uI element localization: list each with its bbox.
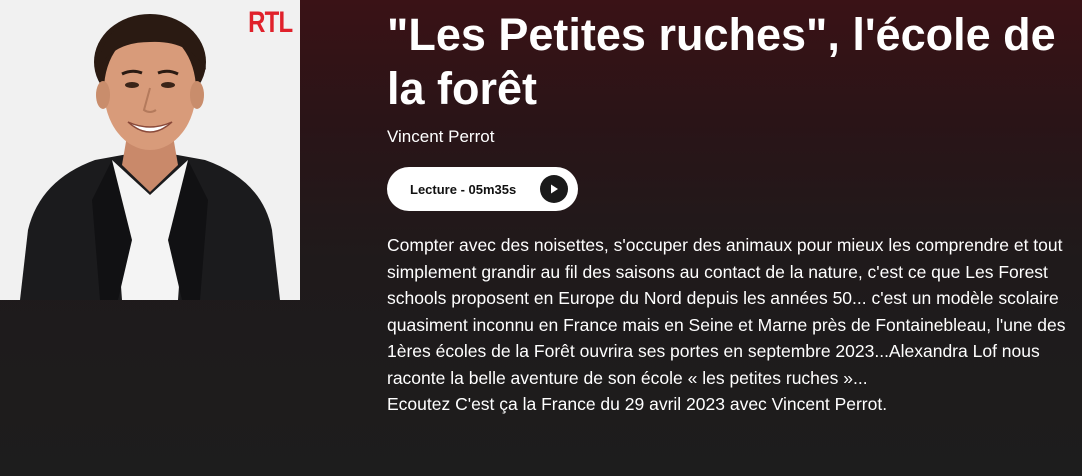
cover-image: RTL <box>0 0 300 300</box>
rtl-logo: RTL <box>247 6 293 39</box>
play-label: Lecture - 05m35s <box>410 181 517 197</box>
play-button[interactable]: Lecture - 05m35s <box>387 167 578 211</box>
play-icon <box>540 175 568 203</box>
description-footer: Ecoutez C'est ça la France du 29 avril 2… <box>387 394 888 414</box>
host-portrait <box>0 0 300 300</box>
episode-author[interactable]: Vincent Perrot <box>387 127 494 147</box>
description-text: Compter avec des noisettes, s'occuper de… <box>387 235 1066 388</box>
episode-title: "Les Petites ruches", l'école de la forê… <box>387 9 1056 114</box>
episode-description: Compter avec des noisettes, s'occuper de… <box>387 232 1067 418</box>
